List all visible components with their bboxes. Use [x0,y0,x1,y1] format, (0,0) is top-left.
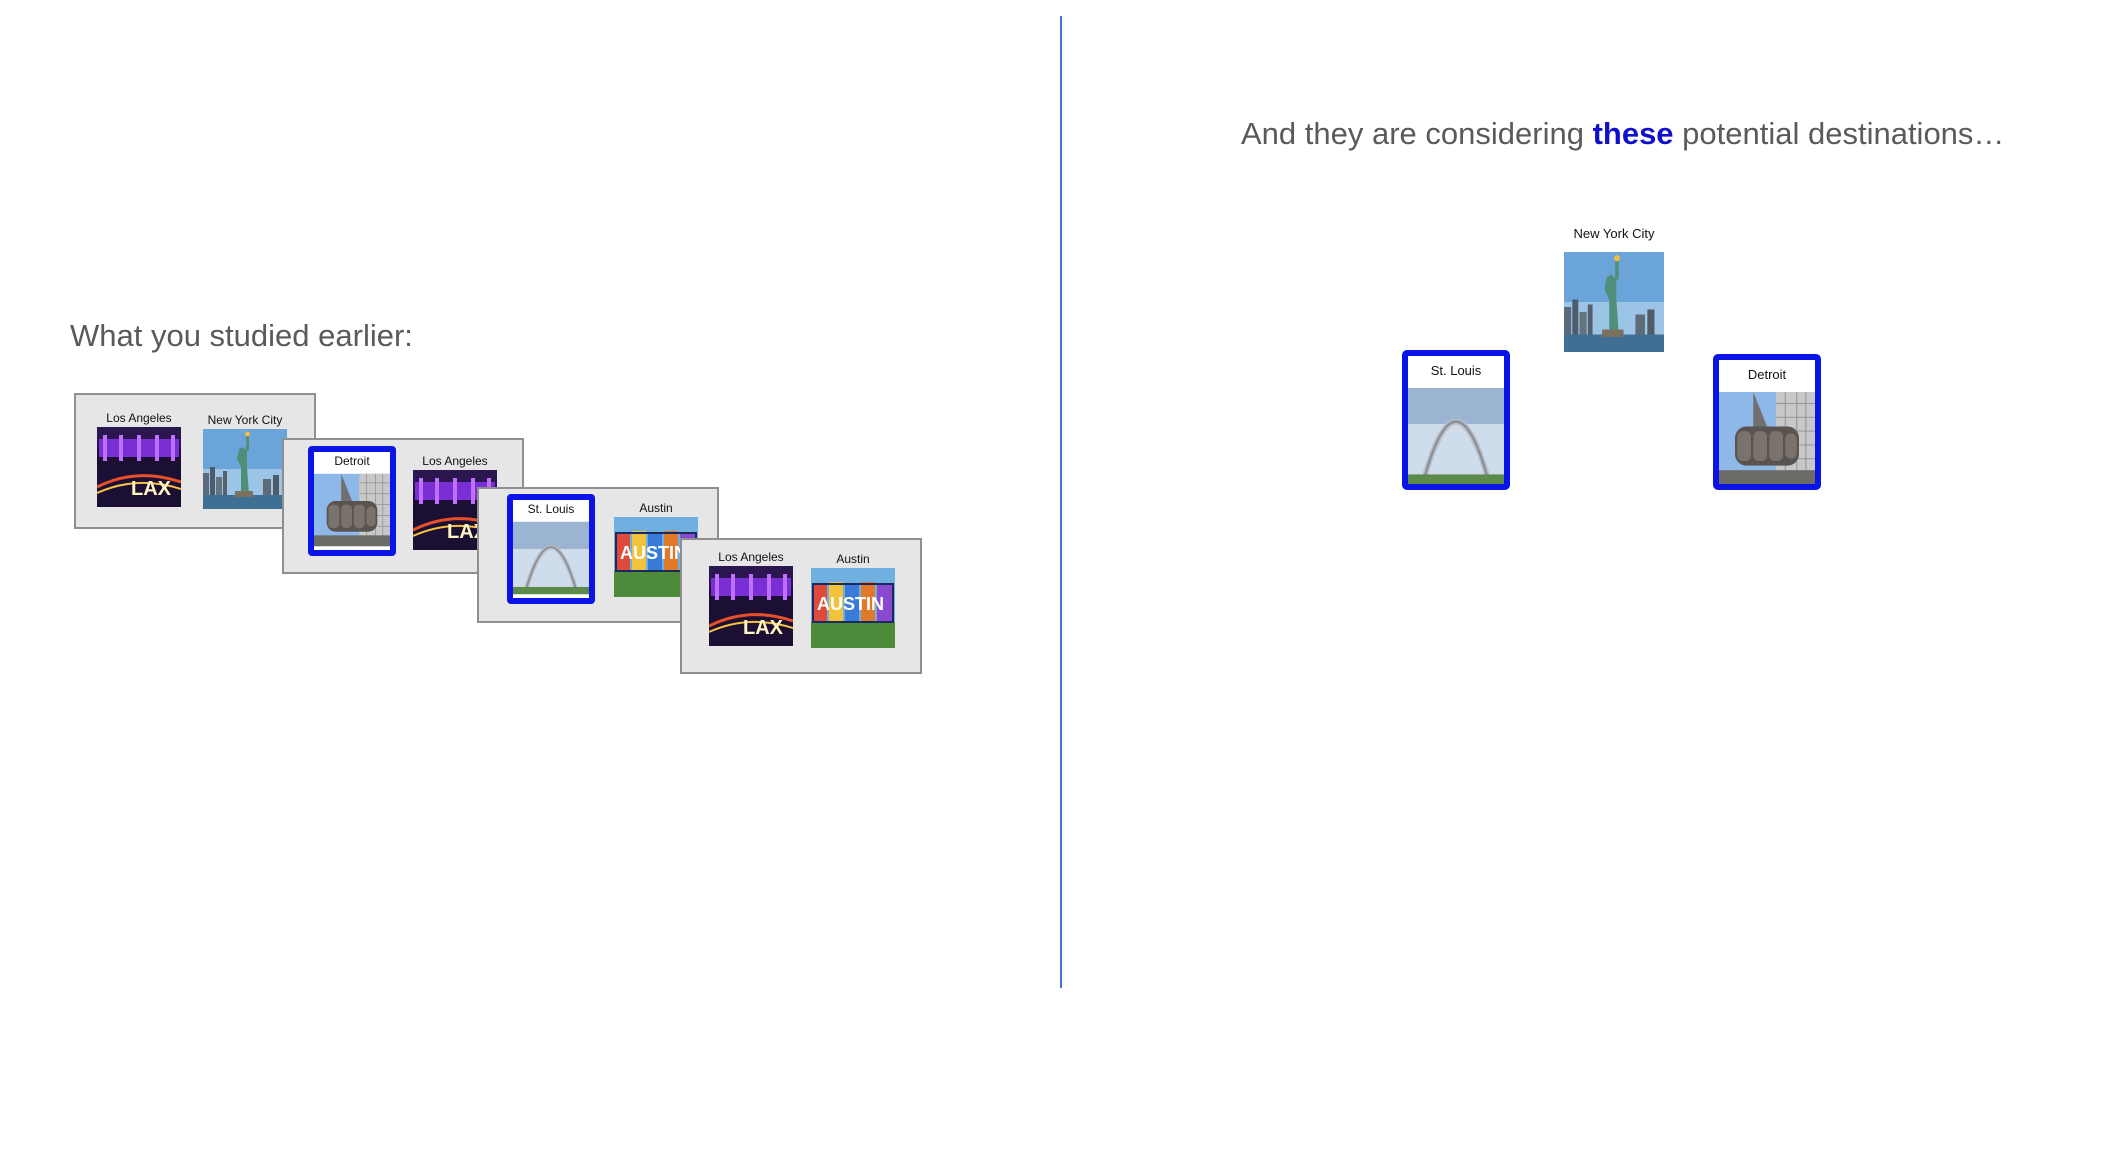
gateway-arch-icon [1408,388,1504,484]
heading-emphasis: these [1592,116,1674,151]
lax-sign-icon [709,566,793,646]
destination-label: Detroit [1747,367,1787,382]
statue-of-liberty-icon [203,429,287,509]
right-heading: And they are considering these potential… [1241,116,2004,152]
card-los-angeles: Los Angeles [96,409,182,507]
destination-label: St. Louis [1430,363,1482,378]
destination-new-york-city: New York City [1562,224,1666,352]
left-heading: What you studied earlier: [70,318,413,353]
card-label: New York City [207,413,283,427]
card-new-york-city: New York City [202,411,288,509]
destination-st-louis-selected: St. Louis [1402,350,1510,490]
card-label: Detroit [334,454,370,468]
card-st-louis-selected: St. Louis [507,494,595,604]
card-label: Los Angeles [718,550,784,564]
lax-sign-icon [97,427,181,507]
destination-detroit-selected: Detroit [1713,354,1821,490]
card-detroit-selected: Detroit [308,446,396,556]
statue-of-liberty-icon [1564,252,1664,352]
vertical-divider [1060,16,1062,988]
study-slide-1: Los Angeles New York City [74,393,316,529]
card-label: Austin [836,552,870,566]
card-los-angeles: Los Angeles [708,548,794,646]
detroit-fist-icon [1719,392,1815,484]
heading-text-post: potential destinations… [1673,116,2005,151]
gateway-arch-icon [513,518,589,598]
destination-label: New York City [1573,226,1655,241]
study-slide-4: Los Angeles Austin [680,538,922,674]
card-label: St. Louis [527,502,575,516]
card-label: Los Angeles [106,411,172,425]
card-label: Los Angeles [422,454,488,468]
card-austin: Austin [810,550,896,648]
card-label: Austin [639,501,673,515]
detroit-fist-icon [314,470,390,550]
heading-text-pre: And they are considering [1241,116,1593,151]
austin-postcard-icon [811,568,895,648]
